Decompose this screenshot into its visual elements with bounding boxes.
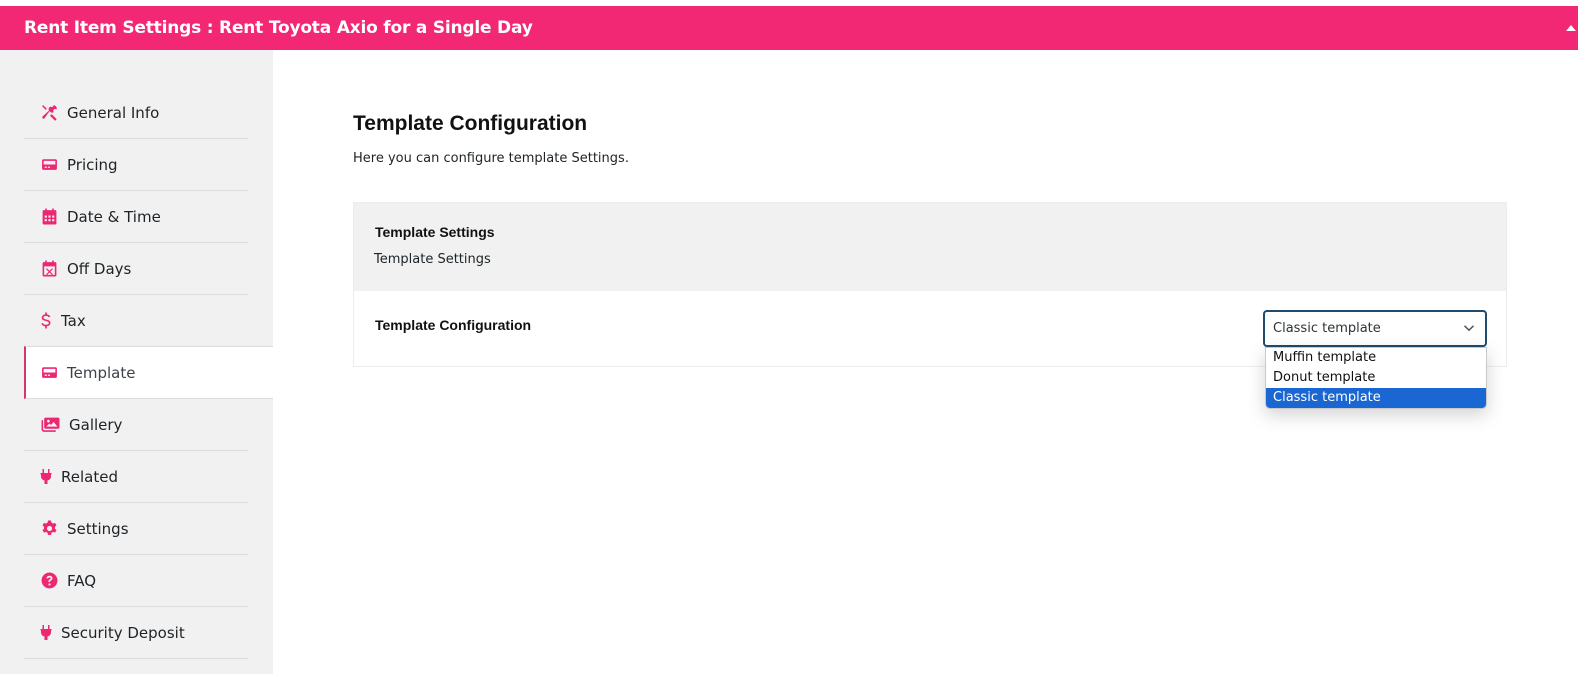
sidebar-item-label: Pricing: [67, 155, 118, 174]
dropdown-option-donut[interactable]: Donut template: [1266, 368, 1486, 388]
sidebar-item-related[interactable]: Related: [24, 451, 248, 503]
sidebar-item-label: Security Deposit: [61, 623, 185, 642]
sidebar-item-label: Gallery: [69, 415, 123, 434]
sidebar-item-label: FAQ: [67, 571, 97, 590]
sidebar-item-date-time[interactable]: Date & Time: [24, 191, 248, 243]
tools-icon: [40, 104, 58, 122]
template-dropdown-list: Muffin template Donut template Classic t…: [1265, 347, 1487, 409]
sidebar-item-label: Off Days: [67, 259, 132, 278]
sidebar-item-label: General Info: [67, 103, 160, 122]
sidebar-item-general-info[interactable]: General Info: [24, 87, 248, 139]
header-title: Rent Item Settings : Rent Toyota Axio fo…: [24, 18, 533, 38]
sidebar-item-pricing[interactable]: Pricing: [24, 139, 248, 191]
card-header: Template Settings Template Settings: [354, 203, 1506, 291]
template-configuration-label: Template Configuration: [375, 317, 532, 333]
gear-icon: [40, 520, 58, 538]
sidebar-item-gallery[interactable]: Gallery: [24, 399, 248, 451]
sidebar-item-label: Tax: [61, 311, 86, 330]
card-subheading: Template Settings: [374, 252, 491, 267]
sidebar-item-label: Related: [61, 467, 118, 486]
sidebar: General Info Pricing Date & Time Off Day…: [0, 50, 273, 674]
plug-icon: [40, 468, 52, 486]
page-description: Here you can configure template Settings…: [353, 151, 629, 166]
sidebar-item-label: Settings: [67, 519, 129, 538]
card-icon: [40, 156, 58, 174]
template-select-value: Classic template: [1273, 321, 1381, 336]
collapse-toggle-icon[interactable]: [1566, 25, 1576, 31]
page-title: Template Configuration: [353, 112, 588, 135]
plug-icon: [40, 624, 52, 642]
sidebar-item-label: Template: [67, 363, 136, 382]
main-content: Template Configuration Here you can conf…: [273, 50, 1578, 674]
dropdown-option-muffin[interactable]: Muffin template: [1266, 348, 1486, 368]
sidebar-item-off-days[interactable]: Off Days: [24, 243, 248, 295]
dropdown-option-classic[interactable]: Classic template: [1266, 388, 1486, 408]
sidebar-item-template[interactable]: Template: [24, 346, 273, 399]
card-heading: Template Settings: [375, 224, 495, 240]
question-circle-icon: [40, 572, 58, 590]
settings-header: Rent Item Settings : Rent Toyota Axio fo…: [0, 6, 1578, 50]
calendar-icon: [40, 208, 58, 226]
card-icon: [40, 364, 58, 382]
dollar-icon: [40, 312, 52, 330]
sidebar-item-settings[interactable]: Settings: [24, 503, 248, 555]
sidebar-item-label: Date & Time: [67, 207, 161, 226]
calendar-x-icon: [40, 260, 58, 278]
sidebar-item-faq[interactable]: FAQ: [24, 555, 248, 607]
sidebar-item-security-deposit[interactable]: Security Deposit: [24, 607, 248, 659]
chevron-down-icon: [1463, 325, 1475, 332]
sidebar-nav: General Info Pricing Date & Time Off Day…: [24, 87, 273, 659]
template-select[interactable]: Classic template: [1263, 310, 1487, 347]
images-icon: [40, 416, 60, 434]
sidebar-item-tax[interactable]: Tax: [24, 295, 248, 347]
